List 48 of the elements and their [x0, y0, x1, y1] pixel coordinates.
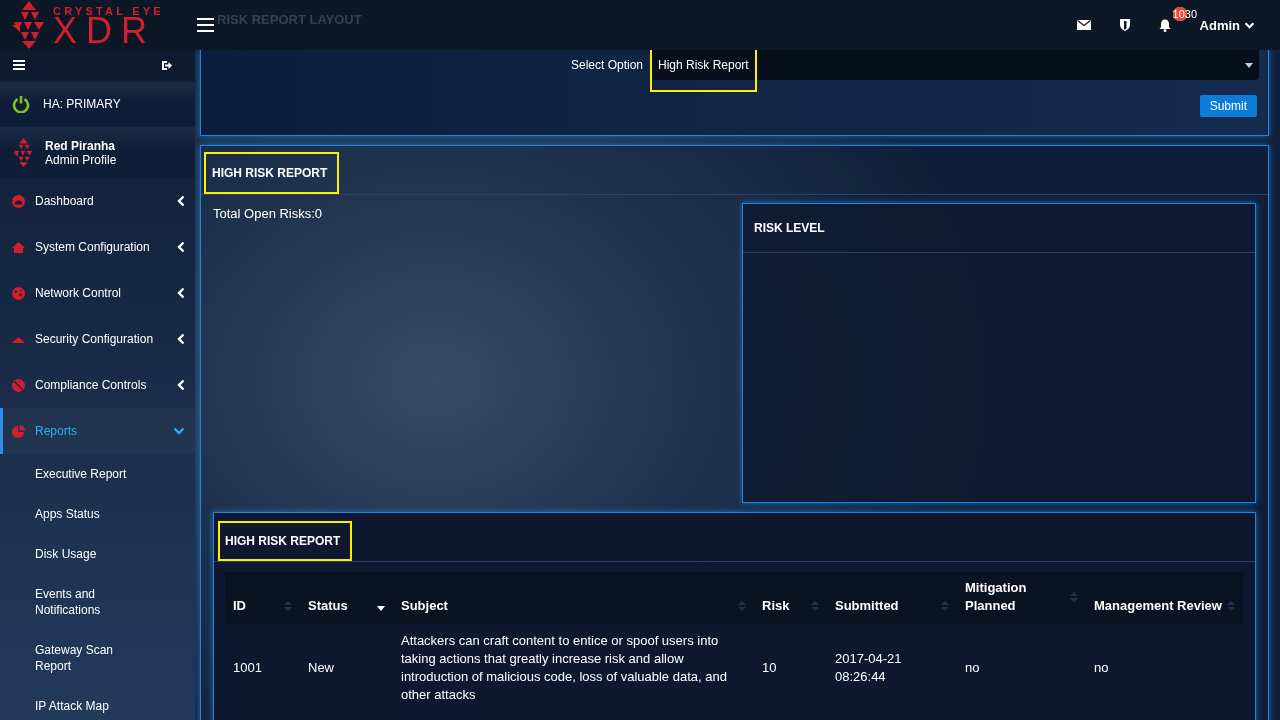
section-heading: HIGH RISK REPORT [204, 152, 340, 194]
user-menu-button[interactable]: Admin [1199, 17, 1255, 33]
profile-role: Admin Profile [45, 152, 117, 167]
submit-button[interactable]: Submit [1199, 95, 1257, 117]
shield-icon[interactable] [1119, 19, 1130, 31]
house-icon [12, 240, 25, 254]
menu-item[interactable]: Network Control [0, 270, 195, 316]
submenu-item[interactable]: Disk Usage [35, 534, 97, 574]
menu-item[interactable]: System Configuration [0, 224, 195, 270]
column-header[interactable]: Submitted [827, 572, 957, 624]
power-icon [12, 94, 30, 113]
submenu-item[interactable]: Gateway Scan Report [35, 630, 141, 686]
submenu-item[interactable]: Executive Report [35, 454, 127, 494]
submenu-item[interactable]: IP Attack Map [35, 686, 109, 720]
submenu-item[interactable]: Events and Notifications [35, 574, 141, 630]
profile-name: Red Piranha [45, 138, 117, 153]
column-header[interactable]: ID [225, 572, 300, 624]
caret-icon [1245, 62, 1253, 68]
globe-icon [12, 286, 25, 300]
menu-item[interactable]: Dashboard [0, 178, 195, 224]
menu-item[interactable]: Reports [0, 408, 195, 454]
no-entry-icon [12, 378, 25, 392]
select-field[interactable]: High Risk Report [651, 50, 1259, 80]
gauge-icon [12, 194, 25, 208]
field-label: Select Option [570, 58, 643, 72]
menu-icon[interactable] [13, 60, 25, 70]
section-heading: HIGH RISK REPORT [218, 521, 353, 561]
column-header[interactable]: Subject [393, 572, 754, 624]
pie-chart-icon [12, 424, 25, 438]
mail-icon[interactable] [1076, 20, 1091, 30]
chevron-down-icon [1244, 21, 1255, 29]
panel-title: RISK LEVEL [754, 221, 825, 235]
bell-icon[interactable] [1158, 18, 1171, 32]
logo-wordmark: XDR [53, 16, 156, 45]
logout-icon[interactable] [161, 59, 172, 71]
menu-icon[interactable] [197, 18, 214, 32]
menu-item[interactable]: Security Configuration [0, 316, 195, 362]
column-header[interactable]: Risk [754, 572, 827, 624]
column-header[interactable]: Management Review [1086, 572, 1243, 624]
submenu-item[interactable]: Apps Status [35, 494, 100, 534]
column-header[interactable]: Status [300, 572, 393, 624]
logo-tagline: CRYSTAL EYE [53, 5, 164, 17]
summary-text: Total Open Risks:0 [213, 206, 324, 221]
diamond-logo-icon [12, 1, 46, 49]
diamond-logo-icon [13, 138, 34, 167]
column-header[interactable]: Mitigation Planned [957, 572, 1086, 624]
ha-status-text: HA: PRIMARY [43, 96, 121, 111]
menu-item[interactable]: Compliance Controls [0, 362, 195, 408]
